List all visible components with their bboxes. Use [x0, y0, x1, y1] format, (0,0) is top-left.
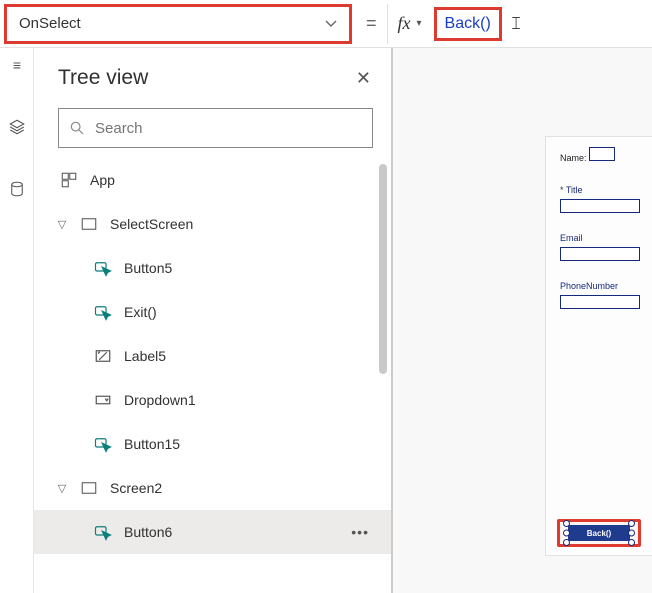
search-icon	[69, 120, 85, 136]
formula-input[interactable]: Back()	[434, 7, 502, 41]
formula-text: Back()	[445, 15, 491, 33]
selected-button-on-canvas[interactable]: Back()	[557, 519, 641, 547]
resize-handle[interactable]	[563, 539, 570, 546]
tree-item-label: Exit()	[124, 304, 157, 320]
tree-view-panel: Tree view ✕ App ▽	[34, 48, 392, 593]
search-box[interactable]	[58, 108, 373, 148]
tree-item-app[interactable]: App	[34, 158, 391, 202]
resize-handle[interactable]	[563, 530, 570, 537]
resize-handle[interactable]	[563, 520, 570, 527]
chevron-down-icon	[325, 18, 337, 30]
button-icon	[92, 521, 114, 543]
tree-item-button6[interactable]: Button6 •••	[34, 510, 391, 554]
fx-button[interactable]: fx ▾	[387, 4, 428, 44]
form-row-phone: PhoneNumber	[560, 281, 652, 311]
tree-item-selectscreen[interactable]: ▽ SelectScreen	[34, 202, 391, 246]
button-preview[interactable]: Back()	[568, 525, 630, 541]
form-row-name: Name:	[560, 147, 652, 163]
canvas-area: Name: Title Email PhoneNumber	[392, 48, 652, 593]
chevron-down-icon[interactable]: ▽	[52, 218, 72, 231]
button-icon	[92, 301, 114, 323]
layers-icon[interactable]	[8, 118, 26, 136]
hamburger-icon[interactable]: ≡	[8, 56, 26, 74]
form-label: Title	[560, 185, 652, 195]
tree-item-dropdown1[interactable]: Dropdown1	[34, 378, 391, 422]
dropdown-icon	[92, 389, 114, 411]
tree-body: App ▽ SelectScreen Button5 Exit()	[34, 158, 391, 593]
form-label: Email	[560, 233, 652, 243]
close-icon[interactable]: ✕	[356, 68, 371, 89]
formula-bar: OnSelect = fx ▾ Back() 𝙸	[0, 0, 652, 48]
tree-item-label: Button15	[124, 436, 180, 452]
chevron-down-icon: ▾	[417, 18, 422, 29]
form-label: PhoneNumber	[560, 281, 652, 291]
left-rail: ≡	[0, 48, 34, 593]
form-row-email: Email	[560, 233, 652, 263]
tree-item-label: Button5	[124, 260, 172, 276]
text-cursor-icon: 𝙸	[510, 13, 523, 34]
tree-item-label: Label5	[124, 348, 166, 364]
form-label: Name:	[560, 153, 587, 163]
button-icon	[92, 433, 114, 455]
screen-preview[interactable]: Name: Title Email PhoneNumber	[545, 136, 652, 556]
scrollbar-thumb[interactable]	[379, 164, 387, 374]
screen-icon	[78, 213, 100, 235]
screen-icon	[78, 477, 100, 499]
tree-item-label: Dropdown1	[124, 392, 196, 408]
property-name: OnSelect	[19, 15, 81, 32]
property-dropdown[interactable]: OnSelect	[4, 4, 352, 44]
button-text: Back()	[587, 529, 611, 538]
label-icon	[92, 345, 114, 367]
form-input[interactable]	[560, 295, 640, 309]
form-input[interactable]	[560, 247, 640, 261]
resize-handle[interactable]	[628, 539, 635, 546]
search-input[interactable]	[95, 120, 362, 137]
tree-item-label: Screen2	[110, 480, 162, 496]
chevron-down-icon[interactable]: ▽	[52, 482, 72, 495]
button-icon	[92, 257, 114, 279]
tree-item-exit[interactable]: Exit()	[34, 290, 391, 334]
tree-item-screen2[interactable]: ▽ Screen2	[34, 466, 391, 510]
form-row-title: Title	[560, 185, 652, 215]
resize-handle[interactable]	[628, 530, 635, 537]
tree-view-title: Tree view	[58, 66, 148, 90]
tree-item-label: SelectScreen	[110, 216, 193, 232]
tree-item-button5[interactable]: Button5	[34, 246, 391, 290]
app-icon	[58, 169, 80, 191]
fx-icon: fx	[398, 13, 411, 34]
more-icon[interactable]: •••	[351, 524, 369, 540]
resize-handle[interactable]	[628, 520, 635, 527]
form-input[interactable]	[589, 147, 615, 161]
tree-item-label: Button6	[124, 524, 172, 540]
equals-sign: =	[356, 13, 387, 34]
tree-item-label: App	[90, 172, 115, 188]
tree-item-label5[interactable]: Label5	[34, 334, 391, 378]
data-icon[interactable]	[8, 180, 26, 198]
form-input[interactable]	[560, 199, 640, 213]
tree-item-button15[interactable]: Button15	[34, 422, 391, 466]
